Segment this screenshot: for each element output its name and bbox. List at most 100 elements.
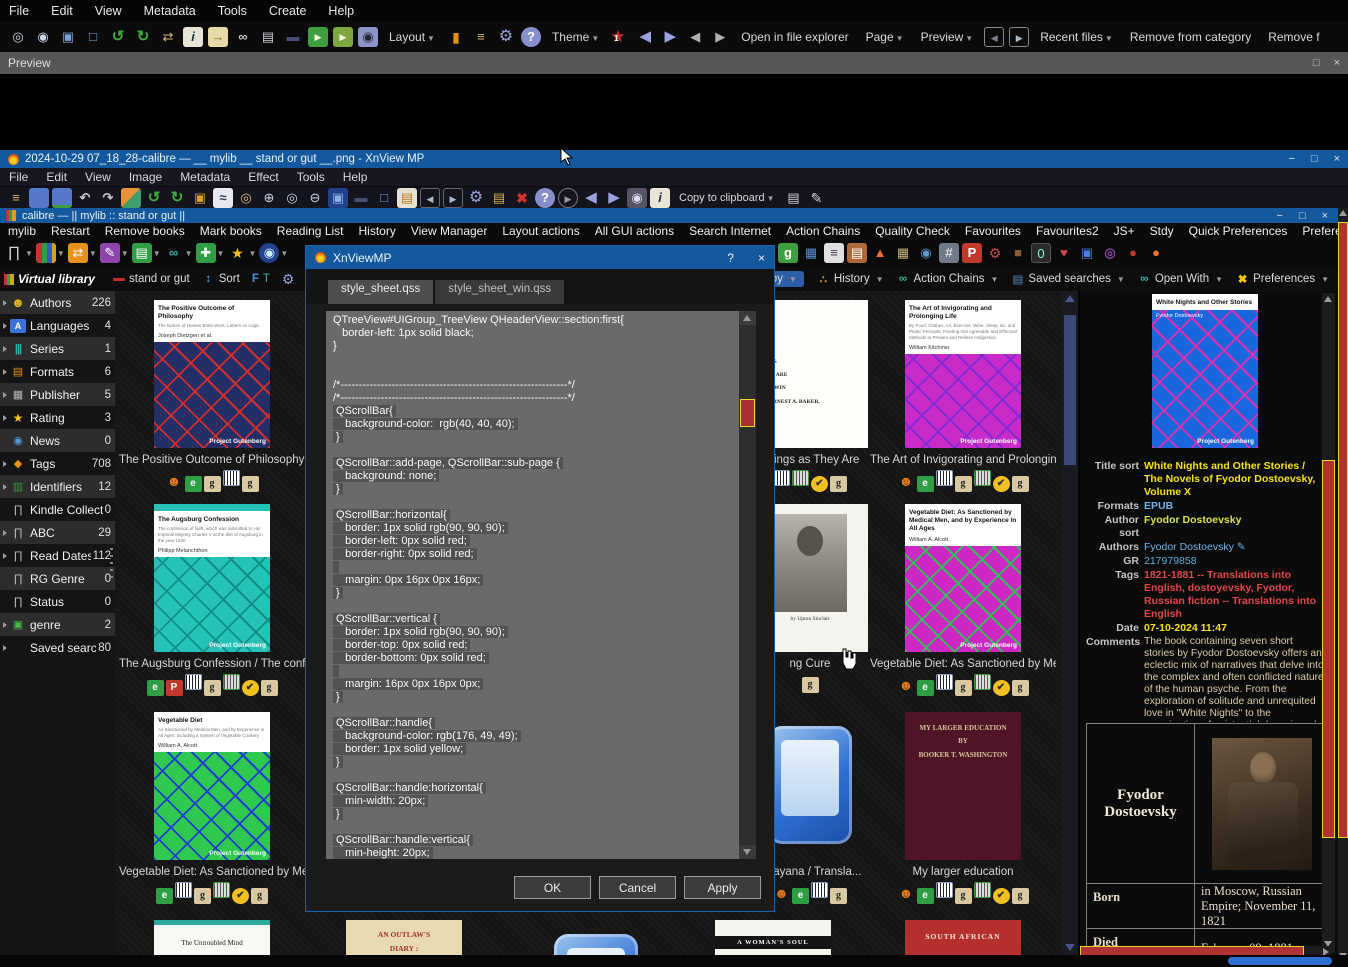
scroll-up-icon[interactable] bbox=[1065, 295, 1075, 302]
stylesheet-editor[interactable]: QTreeView#UIGroup_TreeView QHeaderView::… bbox=[326, 311, 756, 859]
dialog-help-icon[interactable]: ? bbox=[727, 251, 734, 265]
menu-item[interactable]: Help bbox=[328, 4, 354, 18]
rotate-left-icon[interactable]: ↺ bbox=[144, 188, 164, 208]
scroll-up-icon[interactable] bbox=[1324, 296, 1332, 302]
settings-icon[interactable]: ⚙ bbox=[466, 188, 486, 208]
plugin-icon[interactable]: ▦ bbox=[801, 243, 821, 263]
main-scrollbar-handle[interactable] bbox=[1338, 222, 1348, 838]
expand-icon[interactable] bbox=[3, 368, 7, 375]
edit-metadata-icon[interactable]: ✎ bbox=[99, 243, 120, 263]
saved-search-indicator[interactable]: stand or gut bbox=[113, 273, 190, 285]
count-icon[interactable]: # bbox=[939, 243, 959, 263]
dialog-close-icon[interactable]: × bbox=[758, 251, 765, 265]
field-value[interactable]: White Nights and Other Stories / The Nov… bbox=[1144, 460, 1324, 499]
zoom-search-icon[interactable]: ◎ bbox=[236, 188, 256, 208]
bottom-hscrollbar-handle[interactable] bbox=[1228, 957, 1332, 965]
menu-item[interactable]: View bbox=[95, 4, 122, 18]
settings-gear-icon[interactable]: ⚙ bbox=[496, 27, 516, 47]
menu-item[interactable]: Effect bbox=[248, 170, 278, 184]
help-icon[interactable]: ? bbox=[520, 26, 541, 47]
menu-item[interactable]: File bbox=[9, 4, 29, 18]
help-icon[interactable]: ? bbox=[535, 187, 555, 208]
sidebar-item[interactable]: Series 1 bbox=[0, 337, 115, 360]
expand-icon[interactable] bbox=[3, 414, 7, 421]
field-value[interactable]: Fyodor Dostoevsky bbox=[1144, 514, 1324, 540]
action-menu-item[interactable]: Remove books bbox=[105, 224, 185, 238]
open-in-file-explorer-button[interactable]: Open in file explorer bbox=[741, 30, 848, 44]
batch-convert-icon[interactable]: ⇄ bbox=[158, 27, 178, 47]
history-button[interactable]: History ▼ bbox=[817, 272, 884, 286]
bookmark-icon[interactable]: ▮ bbox=[446, 27, 466, 47]
book-cell[interactable]: The Art of Invigorating and Prolonging L… bbox=[870, 296, 1056, 492]
page-back-icon[interactable]: ◀ bbox=[984, 26, 1005, 47]
calibre-titlebar[interactable]: calibre — || mylib :: stand or gut || − … bbox=[0, 208, 1348, 223]
action-menu-item[interactable]: Favourites bbox=[965, 224, 1021, 238]
close-button[interactable]: × bbox=[1322, 210, 1328, 222]
expand-icon[interactable] bbox=[3, 552, 7, 559]
dialog-titlebar[interactable]: XnViewMP ? × bbox=[306, 246, 774, 269]
open-with-button[interactable]: Open With ▼ bbox=[1138, 273, 1223, 285]
editor-scrollbar[interactable] bbox=[739, 311, 756, 859]
nav-back-blue-icon[interactable]: ◀ bbox=[635, 27, 655, 47]
scroll-up-button[interactable] bbox=[739, 311, 756, 325]
nav-forward-icon[interactable]: ▶ bbox=[710, 27, 730, 47]
news-icon[interactable]: ◉ bbox=[259, 243, 280, 263]
donate-icon[interactable]: ♥ bbox=[1054, 243, 1074, 263]
sidebar-item[interactable]: Read Dates 112 bbox=[0, 544, 115, 567]
undo-icon[interactable]: ↶ bbox=[75, 188, 95, 208]
binary-icon[interactable]: 0 bbox=[1031, 243, 1051, 263]
sidebar-item[interactable]: RG Genre 0 bbox=[0, 567, 115, 590]
view-icon[interactable]: ▤ bbox=[131, 243, 152, 263]
save-icon[interactable] bbox=[29, 187, 49, 208]
redo-icon[interactable]: ↷ bbox=[98, 188, 118, 208]
zoom-in-icon[interactable]: ⊕ bbox=[259, 188, 279, 208]
filmstrip-icon[interactable]: ▬ bbox=[351, 188, 371, 208]
font-toggle-icon[interactable]: FT bbox=[252, 273, 270, 285]
sidebar-item[interactable]: Tags 708 bbox=[0, 452, 115, 475]
pin-icon[interactable]: ★ bbox=[227, 243, 247, 263]
menu-item[interactable]: Tools bbox=[297, 170, 325, 184]
xnview-titlebar[interactable]: 2024-10-29 07_18_28-calibre — __ mylib _… bbox=[0, 150, 1348, 168]
expand-icon[interactable] bbox=[3, 299, 7, 306]
zoom-selection-icon[interactable]: ▣ bbox=[58, 27, 78, 47]
expand-icon[interactable] bbox=[3, 345, 7, 352]
menu-item[interactable]: Edit bbox=[51, 4, 73, 18]
stylesheet-tab[interactable]: style_sheet.qss bbox=[328, 280, 434, 304]
export-icon[interactable]: → bbox=[208, 26, 228, 47]
add-books-icon[interactable]: ✚ bbox=[195, 243, 216, 263]
remove-button[interactable]: Remove f bbox=[1268, 30, 1319, 44]
action-menu-item[interactable]: JS+ bbox=[1114, 224, 1135, 238]
resize-icon[interactable] bbox=[121, 187, 141, 208]
search-files-icon[interactable]: ∞ bbox=[233, 27, 253, 47]
menu-item[interactable]: View bbox=[85, 170, 111, 184]
main-scrollbar[interactable] bbox=[1338, 208, 1348, 967]
bug-red-icon[interactable]: ● bbox=[1123, 243, 1143, 263]
menu-item[interactable]: File bbox=[9, 170, 28, 184]
zoom-actual-icon[interactable]: ◎ bbox=[8, 27, 28, 47]
browser-icon[interactable]: ≡ bbox=[6, 188, 26, 208]
fullscreen-icon[interactable]: ▣ bbox=[328, 187, 348, 208]
sidebar-item[interactable]: Identifiers 12 bbox=[0, 475, 115, 498]
grid-scrollbar-handle[interactable] bbox=[1064, 315, 1076, 465]
expand-icon[interactable] bbox=[3, 483, 7, 490]
recent-files-button[interactable]: Recent files ▼ bbox=[1040, 30, 1113, 44]
curves-icon[interactable]: ≈ bbox=[213, 187, 233, 208]
edit-text-icon[interactable]: ✎ bbox=[807, 188, 827, 208]
action-menu-item[interactable]: Mark books bbox=[200, 224, 262, 238]
menu-item[interactable]: Image bbox=[129, 170, 162, 184]
menu-item[interactable]: Edit bbox=[46, 170, 67, 184]
menu-item[interactable]: Metadata bbox=[144, 4, 196, 18]
fit-image-icon[interactable]: □ bbox=[374, 188, 394, 208]
expand-icon[interactable] bbox=[3, 460, 7, 467]
tools-icon[interactable]: ⚙ bbox=[985, 243, 1005, 263]
book-cell[interactable]: Vegetable Diet: As Sanctioned by Medical… bbox=[870, 500, 1056, 696]
expand-icon[interactable] bbox=[3, 529, 7, 536]
action-chains-button[interactable]: Action Chains ▼ bbox=[897, 273, 999, 285]
calendar-icon[interactable]: ▤ bbox=[847, 243, 867, 263]
sidebar-item[interactable]: Formats 6 bbox=[0, 360, 115, 383]
sidebar-item[interactable]: genre 2 bbox=[0, 613, 115, 636]
device-icon[interactable]: ▣ bbox=[1077, 243, 1097, 263]
sidebar-item[interactable]: News 0 bbox=[0, 429, 115, 452]
redo-icon[interactable]: ↻ bbox=[133, 27, 153, 47]
preferences-button[interactable]: Preferences ▼ bbox=[1236, 272, 1329, 286]
